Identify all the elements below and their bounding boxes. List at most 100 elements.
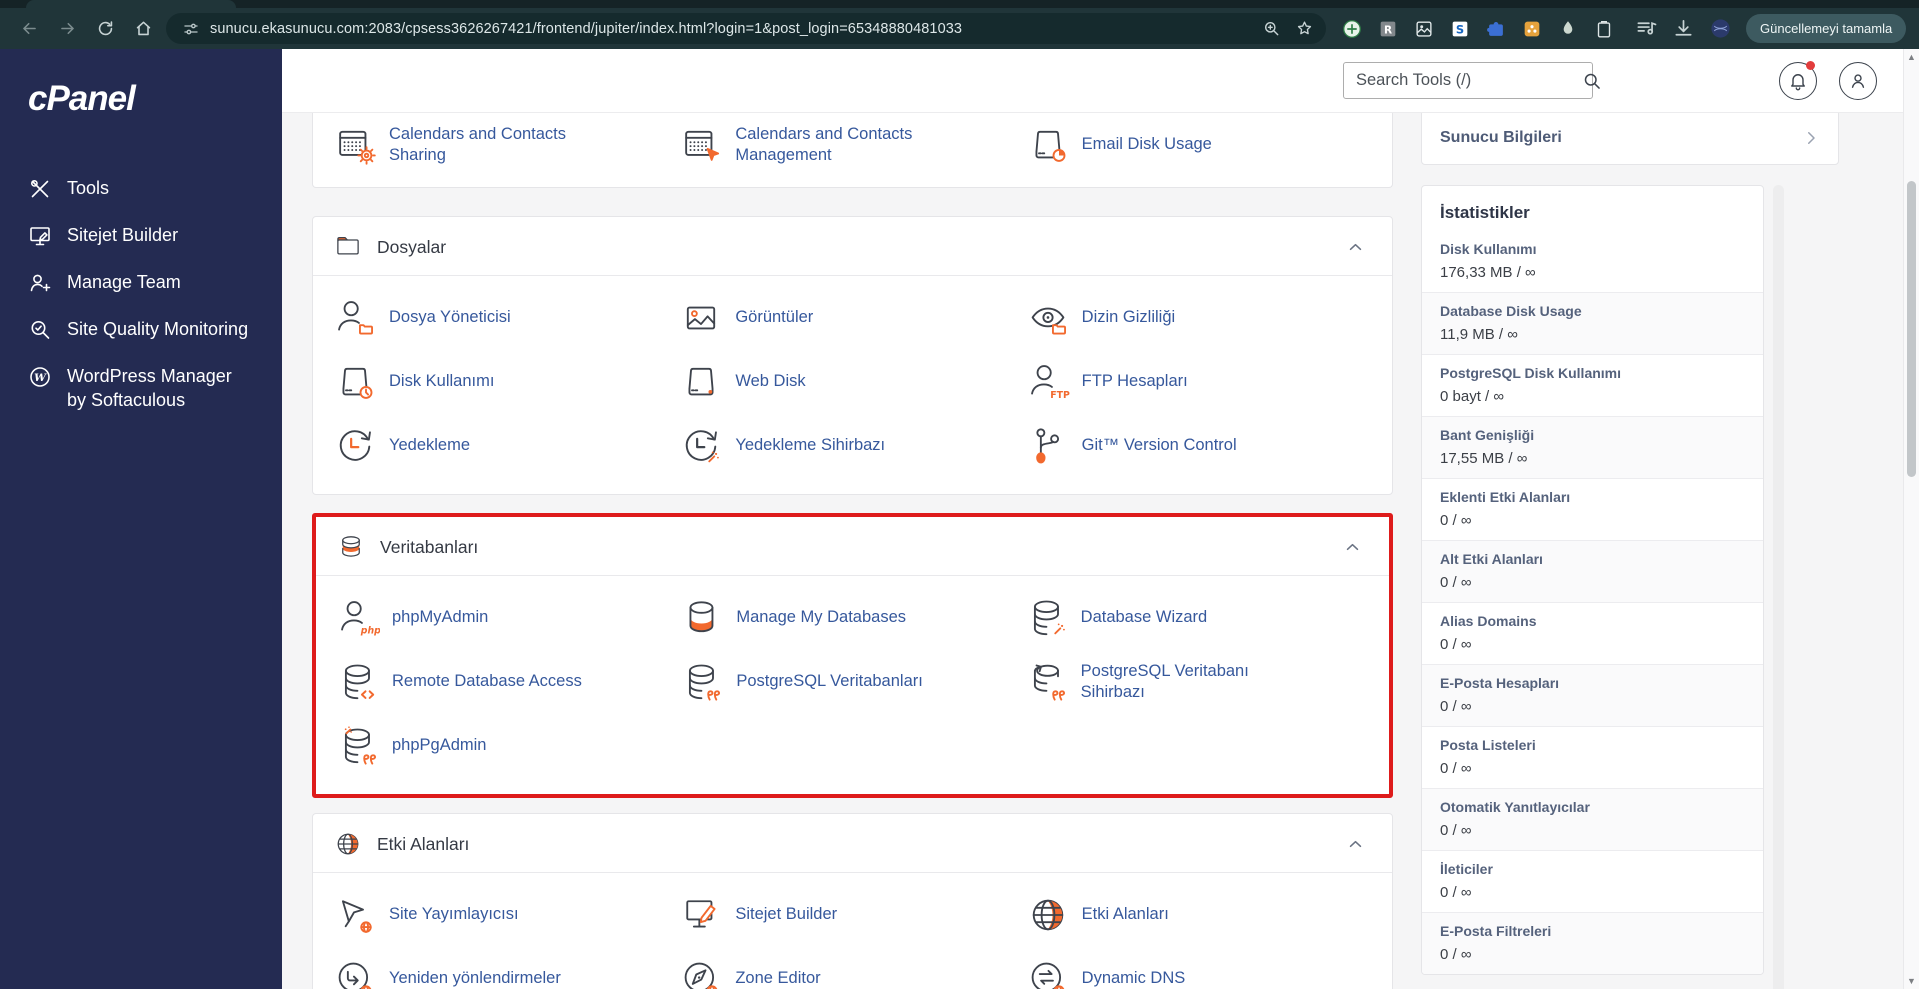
feature-label: Etki Alanları xyxy=(1081,905,1169,924)
db-code-icon xyxy=(336,660,380,704)
zoom-icon[interactable] xyxy=(1262,19,1281,38)
collapse-section-button[interactable] xyxy=(1342,831,1368,857)
stat-row: Database Disk Usage 11,9 MB / ∞ xyxy=(1422,292,1763,354)
feature-link[interactable]: phpPgAdmin xyxy=(336,720,680,772)
eye-folder-icon xyxy=(1026,296,1070,340)
browser-toolbar: sunucu.ekasunucu.com:2083/cpsess36262674… xyxy=(0,8,1919,49)
feature-link[interactable]: Calendars and Contacts Management xyxy=(679,119,1025,171)
downloads-icon[interactable] xyxy=(1672,17,1695,40)
feature-link[interactable]: Calendars and Contacts Sharing xyxy=(333,119,679,171)
stat-value: 0 / ∞ xyxy=(1440,512,1472,529)
folder-icon xyxy=(333,232,363,262)
extension-photo-icon[interactable] xyxy=(1412,17,1435,40)
utility-row xyxy=(1635,17,1732,40)
svg-text:php: php xyxy=(360,625,380,636)
stat-value: 176,33 MB / ∞ xyxy=(1440,264,1536,281)
browser-tab[interactable] xyxy=(26,0,236,8)
feature-label: Yeniden yönlendirmeler xyxy=(389,969,561,988)
collapse-section-button[interactable] xyxy=(1342,234,1368,260)
stat-label: Disk Kullanımı xyxy=(1440,241,1537,257)
forward-icon[interactable] xyxy=(52,14,82,44)
stat-value: 0 / ∞ xyxy=(1440,636,1472,653)
scroll-up-icon[interactable]: ▲ xyxy=(1904,49,1919,65)
feature-link[interactable]: Etki Alanları xyxy=(1026,889,1372,941)
feature-label: Email Disk Usage xyxy=(1081,135,1212,154)
feature-link[interactable]: Manage My Databases xyxy=(680,592,1024,644)
extension-leaf-icon[interactable] xyxy=(1556,17,1579,40)
stat-row: Otomatik Yanıtlayıcılar 0 / ∞ xyxy=(1422,788,1763,850)
section-files: Dosyalar Dosya Yöneticisi Görüntüler Dizin … xyxy=(312,216,1393,495)
stat-value: 17,55 MB / ∞ xyxy=(1440,450,1528,467)
extension-puzzle-icon[interactable] xyxy=(1484,17,1507,40)
feature-link[interactable]: Site Yayımlayıcısı xyxy=(333,889,679,941)
scroll-down-icon[interactable]: ▼ xyxy=(1904,973,1919,989)
chevron-right-icon xyxy=(1808,131,1815,144)
statistics-card: İstatistikler Disk Kullanımı 176,33 MB / … xyxy=(1421,185,1764,975)
feature-link[interactable]: Yeniden yönlendirmeler xyxy=(333,953,679,989)
feature-link[interactable]: Zone Editor xyxy=(679,953,1025,989)
feature-label: Yedekleme Sihirbazı xyxy=(735,436,886,455)
feature-link[interactable]: Database Wizard xyxy=(1025,592,1369,644)
section-domains: Etki Alanları Site Yayımlayıcısı Sitejet B… xyxy=(312,813,1393,989)
profile-avatar-icon[interactable] xyxy=(1709,17,1732,40)
bell-icon xyxy=(1791,74,1805,91)
extension-green-plus-icon[interactable] xyxy=(1340,17,1363,40)
sidebar-item-sitejet[interactable]: Sitejet Builder xyxy=(0,212,282,259)
url-text[interactable]: sunucu.ekasunucu.com:2083/cpsess36262674… xyxy=(210,21,1248,37)
bookmark-star-icon[interactable] xyxy=(1295,19,1314,38)
feature-link[interactable]: Email Disk Usage xyxy=(1026,119,1372,171)
wordpress-icon: W xyxy=(28,365,52,389)
media-queue-icon[interactable] xyxy=(1635,17,1658,40)
stat-row: Alias Domains 0 / ∞ xyxy=(1422,602,1763,664)
feature-link[interactable]: PostgreSQL Veritabanları xyxy=(680,656,1024,708)
server-info-card[interactable]: Sunucu Bilgileri xyxy=(1421,113,1839,165)
feature-link[interactable]: PostgreSQL Veritabanı Sihirbazı xyxy=(1025,656,1369,708)
feature-link[interactable]: Git™ Version Control xyxy=(1026,420,1372,472)
reload-icon[interactable] xyxy=(90,14,120,44)
browser-menu-icon[interactable] xyxy=(1914,16,1919,42)
sidebar-item-site-quality[interactable]: Site Quality Monitoring xyxy=(0,306,282,353)
extension-clipboard-icon[interactable] xyxy=(1592,17,1615,40)
feature-link[interactable]: php phpMyAdmin xyxy=(336,592,680,644)
page-scrollbar[interactable]: ▲ ▼ xyxy=(1903,49,1919,989)
feature-link[interactable]: Web Disk xyxy=(679,356,1025,408)
stat-label: Database Disk Usage xyxy=(1440,303,1582,319)
extension-letter-r-icon[interactable]: R xyxy=(1376,17,1399,40)
user-icon xyxy=(1851,74,1865,88)
scrollbar-thumb[interactable] xyxy=(1907,181,1916,477)
svg-text:FTP: FTP xyxy=(1050,390,1070,401)
extension-letter-s-icon[interactable]: S xyxy=(1448,17,1471,40)
search-icon[interactable] xyxy=(1582,71,1602,91)
search-input[interactable] xyxy=(1344,71,1582,90)
finish-update-button[interactable]: Güncellemeyi tamamla xyxy=(1746,14,1907,43)
feature-link[interactable]: Dynamic DNS xyxy=(1026,953,1372,989)
sidebar-item-tools[interactable]: Tools xyxy=(0,165,282,212)
site-info-icon[interactable] xyxy=(182,20,200,38)
home-icon[interactable] xyxy=(128,14,158,44)
user-account-button[interactable] xyxy=(1839,62,1877,100)
stat-row: İleticiler 0 / ∞ xyxy=(1422,850,1763,912)
stats-scrollbar[interactable] xyxy=(1773,185,1784,989)
feature-link[interactable]: Dosya Yöneticisi xyxy=(333,292,679,344)
extension-orange-dots-icon[interactable] xyxy=(1520,17,1543,40)
address-bar[interactable]: sunucu.ekasunucu.com:2083/cpsess36262674… xyxy=(166,13,1326,44)
feature-link[interactable]: Remote Database Access xyxy=(336,656,680,708)
disk-dot-icon xyxy=(679,360,723,404)
collapse-section-button[interactable] xyxy=(1339,534,1365,560)
sidebar-item-wordpress[interactable]: W WordPress Manager by Softaculous xyxy=(0,353,282,424)
feature-link[interactable]: Dizin Gizliliği xyxy=(1026,292,1372,344)
feature-link[interactable]: Yedekleme Sihirbazı xyxy=(679,420,1025,472)
main-column: Calendars and Contacts Sharing Calendars … xyxy=(312,113,1393,989)
manage-team-icon xyxy=(28,271,52,295)
feature-link[interactable]: Görüntüler xyxy=(679,292,1025,344)
back-icon[interactable] xyxy=(14,14,44,44)
feature-link[interactable]: FTP FTP Hesapları xyxy=(1026,356,1372,408)
notifications-bell-button[interactable] xyxy=(1779,61,1817,100)
person-php-icon: php xyxy=(336,596,381,640)
feature-link[interactable]: Yedekleme xyxy=(333,420,679,472)
feature-link[interactable]: Disk Kullanımı xyxy=(333,356,679,408)
sidebar-item-manage-team[interactable]: Manage Team xyxy=(0,259,282,306)
section-email: Calendars and Contacts Sharing Calendars … xyxy=(312,113,1393,188)
redirect-globe-icon xyxy=(333,957,377,989)
feature-link[interactable]: Sitejet Builder xyxy=(679,889,1025,941)
